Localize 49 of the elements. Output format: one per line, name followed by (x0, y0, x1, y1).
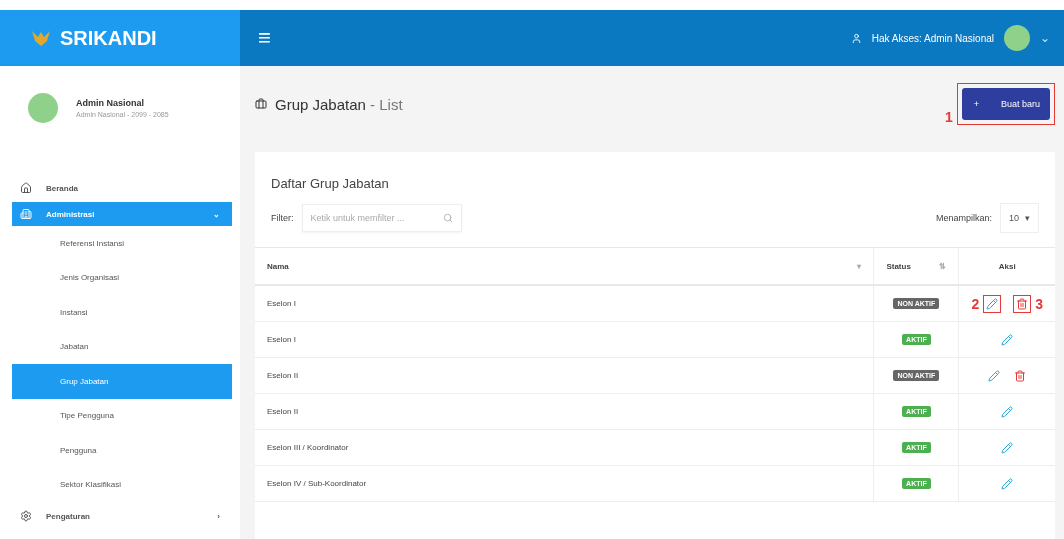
table-cell: Eselon I (255, 321, 874, 358)
edit-icon[interactable] (988, 369, 1001, 382)
home-icon (20, 182, 32, 194)
submenu-item[interactable]: Jenis Organisasi (12, 260, 232, 295)
column-header[interactable]: Aksi (958, 247, 1055, 285)
page-size-select[interactable]: 10 ▾ (1000, 203, 1039, 233)
eagle-logo-icon (30, 28, 52, 48)
table-cell: Eselon II (255, 393, 874, 430)
submenu-item[interactable]: Referensi Instansi (12, 226, 232, 261)
annotation-number: 2 (971, 295, 980, 312)
edit-icon[interactable] (1001, 405, 1014, 418)
submenu-item[interactable]: Sektor Klasifikasi (12, 467, 232, 502)
submenu-item[interactable]: Pengguna (12, 433, 232, 468)
caret-icon[interactable]: ⌄ (1040, 31, 1050, 45)
column-header[interactable]: Nama ▾ (255, 247, 874, 285)
gear-icon (20, 510, 32, 522)
annotation-number: 1 (944, 109, 953, 125)
avatar (28, 93, 58, 123)
filter-label: Filter: (271, 213, 294, 223)
table-cell: Eselon I (255, 285, 874, 322)
sidebar-item[interactable]: Pengaturan › (12, 502, 232, 530)
submenu-item[interactable]: Instansi (12, 295, 232, 330)
edit-icon[interactable] (1001, 441, 1014, 454)
new-button[interactable]: + Buat baru (961, 88, 1050, 120)
briefcase-icon (255, 98, 267, 110)
access-label: Hak Akses: Admin Nasional (871, 32, 994, 44)
card-title: Daftar Grup Jabatan (270, 175, 390, 193)
page-title: Grup Jabatan - List (275, 95, 403, 113)
caret-icon: ⌄ (213, 209, 220, 219)
user-icon (850, 32, 862, 44)
table-cell: Eselon IV / Sub-Koordinator (255, 465, 874, 502)
column-header[interactable]: Status ⇅ (873, 247, 959, 285)
submenu-item[interactable]: Jabatan (12, 329, 232, 364)
search-icon (442, 213, 453, 223)
annotation-number: 3 (1035, 295, 1043, 312)
profile-name: Admin Nasional (76, 98, 145, 108)
edit-icon[interactable] (1001, 477, 1014, 490)
show-label: Menampilkan: (935, 213, 992, 223)
building-icon (20, 208, 32, 220)
avatar[interactable] (1004, 25, 1030, 51)
submenu-item[interactable]: Tipe Pengguna (12, 398, 232, 433)
table-cell: Eselon II (255, 357, 874, 394)
caret-icon: › (217, 511, 220, 521)
brand-name: SRIKANDI (60, 26, 157, 50)
menu-icon[interactable]: ≡ (258, 25, 271, 51)
delete-icon[interactable] (1014, 369, 1027, 382)
sidebar-item[interactable]: Beranda (12, 174, 232, 202)
edit-icon[interactable] (1001, 333, 1014, 346)
table-cell: Eselon III / Koordinator (255, 429, 874, 466)
